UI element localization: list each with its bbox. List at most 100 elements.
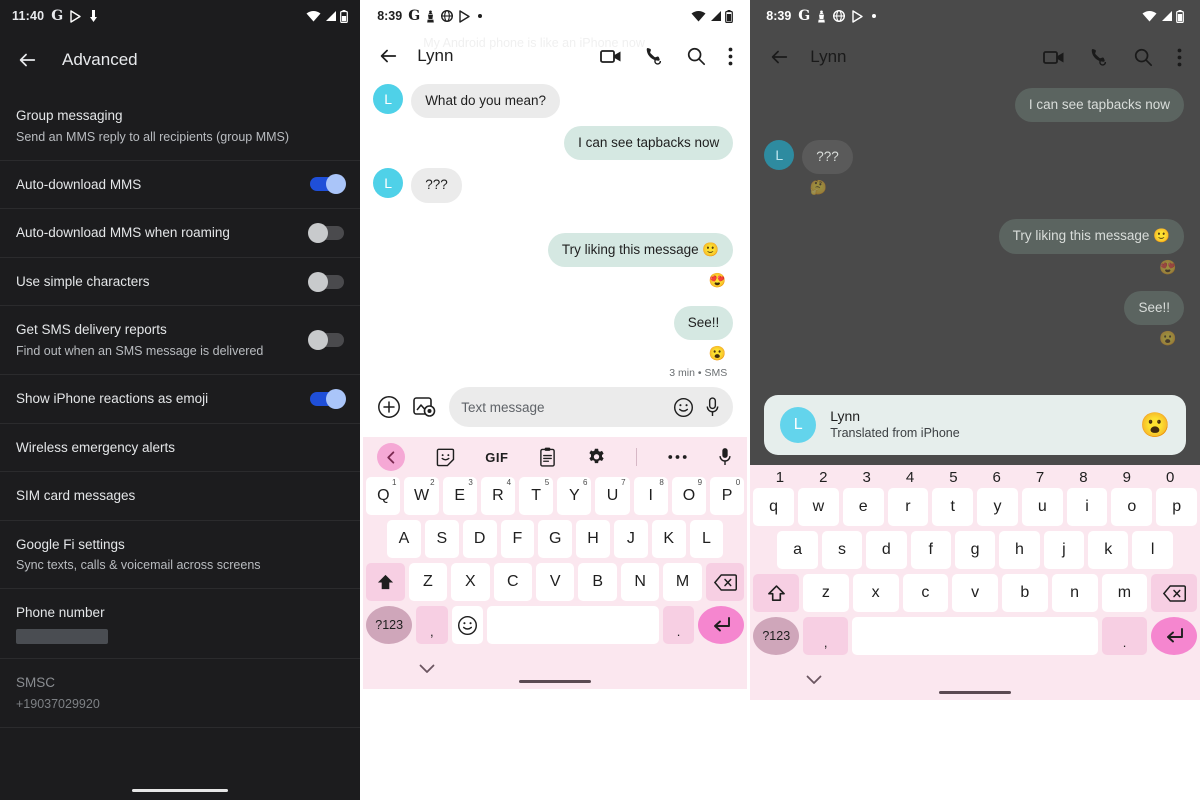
key-b[interactable]: b xyxy=(1002,574,1048,612)
shift-key[interactable] xyxy=(753,574,799,612)
key-D[interactable]: D xyxy=(462,520,497,559)
key-H[interactable]: H xyxy=(576,520,610,559)
key-d[interactable]: d xyxy=(866,531,907,569)
message-bubble[interactable]: I can see tapbacks now xyxy=(564,126,734,161)
message-bubble[interactable]: ??? xyxy=(411,168,462,203)
key-Y[interactable]: 6Y xyxy=(557,477,592,516)
key-l[interactable]: l xyxy=(1132,531,1173,569)
key-W[interactable]: 2W xyxy=(404,477,439,516)
key-C[interactable]: C xyxy=(493,563,532,602)
setting-row-group-messaging[interactable]: Group messaging Send an MMS reply to all… xyxy=(0,92,361,161)
phone-call-icon[interactable] xyxy=(1089,47,1109,67)
key-K[interactable]: K xyxy=(651,520,686,559)
key-N[interactable]: N xyxy=(620,563,660,602)
key-B[interactable]: B xyxy=(578,563,617,602)
message-bubble[interactable]: See!! xyxy=(1124,290,1184,325)
back-arrow-icon[interactable] xyxy=(16,49,38,71)
toggle-sms-delivery-reports[interactable] xyxy=(308,330,345,351)
toggle-auto-download-mms[interactable] xyxy=(310,174,347,195)
key-8[interactable]: 8 xyxy=(1079,469,1087,486)
message-bubble[interactable]: Try liking this message 🙂 xyxy=(998,219,1184,254)
reaction-emoji[interactable]: 😍 xyxy=(1158,257,1178,277)
key-s[interactable]: s xyxy=(821,531,863,569)
video-call-icon[interactable] xyxy=(600,48,622,65)
key-v[interactable]: v xyxy=(952,574,998,612)
key-w[interactable]: w xyxy=(798,488,839,526)
key-X[interactable]: X xyxy=(451,563,490,602)
gallery-camera-icon[interactable] xyxy=(413,396,437,418)
phone-call-icon[interactable] xyxy=(644,46,664,66)
key-u[interactable]: u xyxy=(1021,488,1063,526)
key-T[interactable]: 5T xyxy=(519,477,554,516)
comma-key[interactable]: , xyxy=(416,606,448,645)
key-U[interactable]: 7U xyxy=(595,477,630,516)
setting-row-phone-number[interactable]: Phone number xyxy=(0,589,361,659)
key-F[interactable]: F xyxy=(500,520,535,559)
key-R[interactable]: 4R xyxy=(480,477,516,516)
key-y[interactable]: y xyxy=(977,488,1018,526)
period-key[interactable]: . xyxy=(662,606,695,645)
space-key[interactable] xyxy=(486,606,659,645)
space-key[interactable] xyxy=(852,617,1099,655)
key-g[interactable]: g xyxy=(954,531,996,569)
setting-row-smsc[interactable]: SMSC +19037029920 xyxy=(0,659,361,728)
key-5[interactable]: 5 xyxy=(949,469,957,486)
key-k[interactable]: k xyxy=(1088,531,1129,569)
key-M[interactable]: M xyxy=(663,563,702,602)
key-V[interactable]: V xyxy=(536,563,575,602)
emoji-smiley-icon[interactable] xyxy=(673,397,694,418)
backspace-key[interactable] xyxy=(1151,574,1197,612)
numeric-switch-key[interactable]: ?123 xyxy=(753,617,800,655)
numeric-switch-key[interactable]: ?123 xyxy=(366,606,413,645)
key-G[interactable]: G xyxy=(538,520,573,559)
key-S[interactable]: S xyxy=(424,520,459,559)
key-c[interactable]: c xyxy=(902,574,949,612)
key-q[interactable]: q xyxy=(753,488,794,526)
key-J[interactable]: J xyxy=(613,520,648,559)
setting-row-google-fi-settings[interactable]: Google Fi settings Sync texts, calls & v… xyxy=(0,521,361,590)
message-bubble[interactable]: I can see tapbacks now xyxy=(1014,88,1184,123)
key-O[interactable]: 9O xyxy=(671,477,707,516)
plus-circle-icon[interactable] xyxy=(377,395,401,419)
emoji-key[interactable] xyxy=(451,606,483,645)
toggle-auto-download-mms-roaming[interactable] xyxy=(308,223,345,244)
setting-row-wireless-emergency-alerts[interactable]: Wireless emergency alerts xyxy=(0,424,361,473)
setting-row-use-simple-characters[interactable]: Use simple characters xyxy=(0,258,361,307)
key-o[interactable]: o xyxy=(1111,488,1153,526)
back-arrow-icon[interactable] xyxy=(768,46,790,68)
toggle-show-iphone-reactions[interactable] xyxy=(310,388,347,409)
key-n[interactable]: n xyxy=(1051,574,1098,612)
key-3[interactable]: 3 xyxy=(862,469,870,486)
key-6[interactable]: 6 xyxy=(993,469,1001,486)
reaction-emoji[interactable]: 😮 xyxy=(707,343,728,364)
key-A[interactable]: A xyxy=(387,520,421,559)
message-bubble[interactable]: Try liking this message 🙂 xyxy=(547,232,734,267)
key-4[interactable]: 4 xyxy=(906,469,914,486)
back-arrow-icon[interactable] xyxy=(377,45,399,67)
back-chevron-icon[interactable] xyxy=(377,443,406,472)
chevron-down-icon[interactable] xyxy=(419,662,435,677)
setting-row-sim-card-messages[interactable]: SIM card messages xyxy=(0,472,361,521)
message-bubble[interactable]: ??? xyxy=(802,140,853,175)
sticker-icon[interactable] xyxy=(436,448,455,467)
setting-row-auto-download-mms[interactable]: Auto-download MMS xyxy=(0,161,361,210)
key-f[interactable]: f xyxy=(910,531,951,569)
key-1[interactable]: 1 xyxy=(776,469,784,486)
key-0[interactable]: 0 xyxy=(1166,469,1174,486)
key-j[interactable]: j xyxy=(1043,531,1085,569)
microphone-icon[interactable] xyxy=(704,396,721,418)
key-L[interactable]: L xyxy=(689,520,724,559)
key-7[interactable]: 7 xyxy=(1036,469,1044,486)
chevron-down-icon[interactable] xyxy=(806,673,822,688)
clipboard-icon[interactable] xyxy=(539,447,556,467)
setting-row-show-iphone-reactions[interactable]: Show iPhone reactions as emoji xyxy=(0,375,361,424)
search-icon[interactable] xyxy=(1133,47,1153,67)
key-E[interactable]: 3E xyxy=(442,477,477,516)
setting-row-auto-download-mms-roaming[interactable]: Auto-download MMS when roaming xyxy=(0,209,361,258)
gear-icon[interactable] xyxy=(587,448,606,467)
key-p[interactable]: p xyxy=(1156,488,1198,526)
key-2[interactable]: 2 xyxy=(819,469,827,486)
message-bubble[interactable]: See!! xyxy=(673,305,734,341)
gif-icon[interactable]: GIF xyxy=(485,450,508,465)
key-9[interactable]: 9 xyxy=(1123,469,1131,486)
